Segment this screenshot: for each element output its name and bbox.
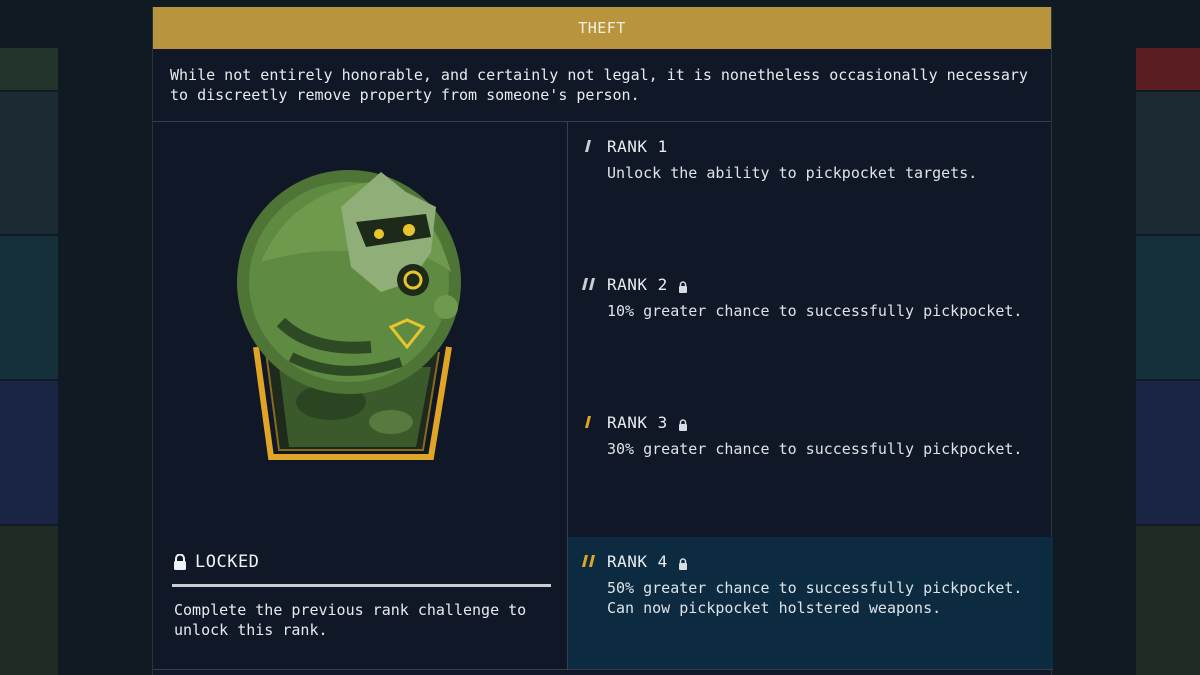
divider xyxy=(172,584,551,587)
side-tile xyxy=(0,236,58,379)
side-tile xyxy=(1136,91,1200,235)
rank-description: Unlock the ability to pickpocket targets… xyxy=(607,164,978,182)
rank-description: 50% greater chance to successfully pickp… xyxy=(607,579,1023,617)
side-tile xyxy=(0,48,58,90)
divider xyxy=(153,669,1053,670)
lock-icon xyxy=(678,278,688,293)
rank-tally-icon xyxy=(581,414,603,430)
perk-image-column: LOCKED Complete the previous rank challe… xyxy=(153,122,568,670)
locked-label: LOCKED xyxy=(195,552,260,572)
rank-item-1[interactable]: RANK 1 Unlock the ability to pickpocket … xyxy=(568,122,1053,260)
rank-title: RANK 4 xyxy=(607,551,668,571)
lock-icon xyxy=(678,555,688,570)
rank-title: RANK 3 xyxy=(607,412,668,432)
side-tile xyxy=(1136,48,1200,90)
side-tile xyxy=(1136,525,1200,675)
rank-description: 10% greater chance to successfully pickp… xyxy=(607,302,1023,320)
rank-title: RANK 1 xyxy=(607,136,668,156)
right-side-tiles xyxy=(1136,48,1200,675)
rank-tally-icon xyxy=(581,553,603,569)
side-tile xyxy=(0,91,58,235)
rank-tally-icon xyxy=(581,276,603,292)
raccoon-patch-icon xyxy=(237,170,461,460)
unlock-requirement: Complete the previous rank challenge to … xyxy=(174,601,527,639)
side-tile xyxy=(1136,380,1200,524)
perk-title: THEFT xyxy=(153,7,1051,49)
perk-panel: THEFT While not entirely honorable, and … xyxy=(152,7,1053,675)
rank-title: RANK 2 xyxy=(607,274,668,294)
side-tile xyxy=(0,380,58,524)
rank-description: 30% greater chance to successfully pickp… xyxy=(607,440,1023,458)
side-tile xyxy=(0,525,58,675)
locked-status: LOCKED xyxy=(173,552,259,572)
rank-tally-icon xyxy=(581,138,603,154)
perk-description: While not entirely honorable, and certai… xyxy=(153,49,1051,122)
rank-list: RANK 1 Unlock the ability to pickpocket … xyxy=(568,122,1053,670)
lock-icon xyxy=(678,416,688,431)
left-side-tiles xyxy=(0,48,58,675)
rank-item-3[interactable]: RANK 3 30% greater chance to successfull… xyxy=(568,398,1053,536)
perk-body: LOCKED Complete the previous rank challe… xyxy=(153,122,1053,670)
rank-item-4[interactable]: RANK 4 50% greater chance to successfull… xyxy=(568,537,1053,670)
side-tile xyxy=(1136,236,1200,379)
rank-item-2[interactable]: RANK 2 10% greater chance to successfull… xyxy=(568,260,1053,398)
lock-icon xyxy=(173,553,187,570)
